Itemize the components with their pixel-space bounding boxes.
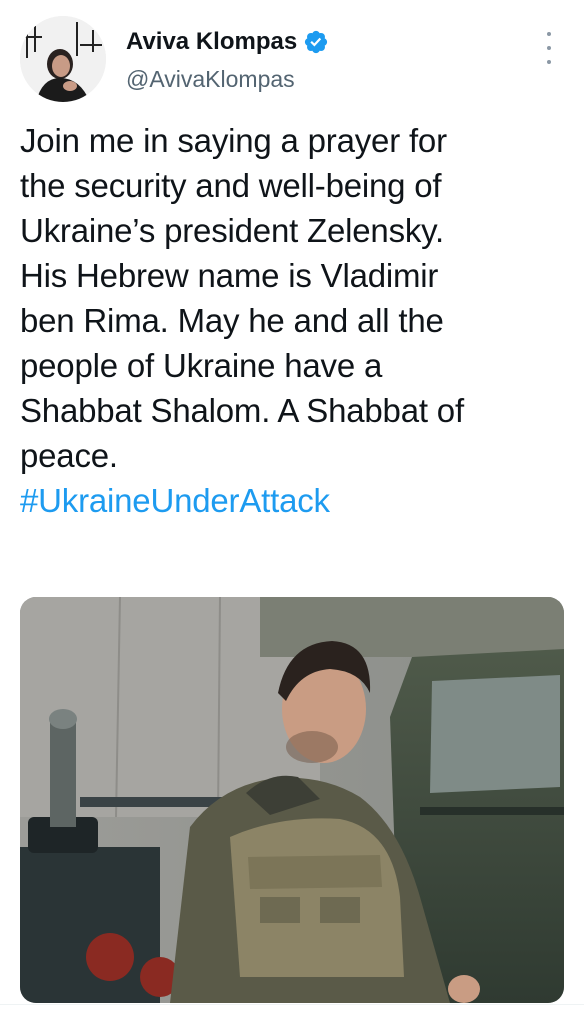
avatar[interactable] bbox=[20, 16, 106, 102]
tweet-text-line: Join me in saying a prayer for bbox=[20, 122, 447, 159]
tweet-text-line: Ukraine’s president Zelensky. bbox=[20, 212, 445, 249]
author-block: Aviva Klompas @AvivaKlompas bbox=[126, 24, 329, 93]
author-handle[interactable]: @AvivaKlompas bbox=[126, 66, 329, 93]
hashtag-link[interactable]: #UkraineUnderAttack bbox=[20, 478, 568, 523]
tweet-text-line: peace. bbox=[20, 437, 118, 474]
tweet-text-line: Shabbat Shalom. A Shabbat of bbox=[20, 392, 464, 429]
tweet-text-line: people of Ukraine have a bbox=[20, 347, 383, 384]
tweet-text-line: His Hebrew name is Vladimir bbox=[20, 257, 439, 294]
divider bbox=[0, 1004, 584, 1005]
tweet-text-line: ben Rima. May he and all the bbox=[20, 302, 444, 339]
author-name-row: Aviva Klompas bbox=[126, 24, 329, 60]
author-name[interactable]: Aviva Klompas bbox=[126, 28, 297, 56]
more-options-icon[interactable] bbox=[542, 28, 556, 68]
tweet-photo[interactable] bbox=[20, 597, 564, 1003]
verified-badge-icon bbox=[303, 29, 329, 55]
tweet-text: Join me in saying a prayer for the secur… bbox=[20, 118, 568, 523]
tweet-text-line: the security and well-being of bbox=[20, 167, 442, 204]
tweet: Aviva Klompas @AvivaKlompas Join me in s… bbox=[0, 0, 584, 1024]
